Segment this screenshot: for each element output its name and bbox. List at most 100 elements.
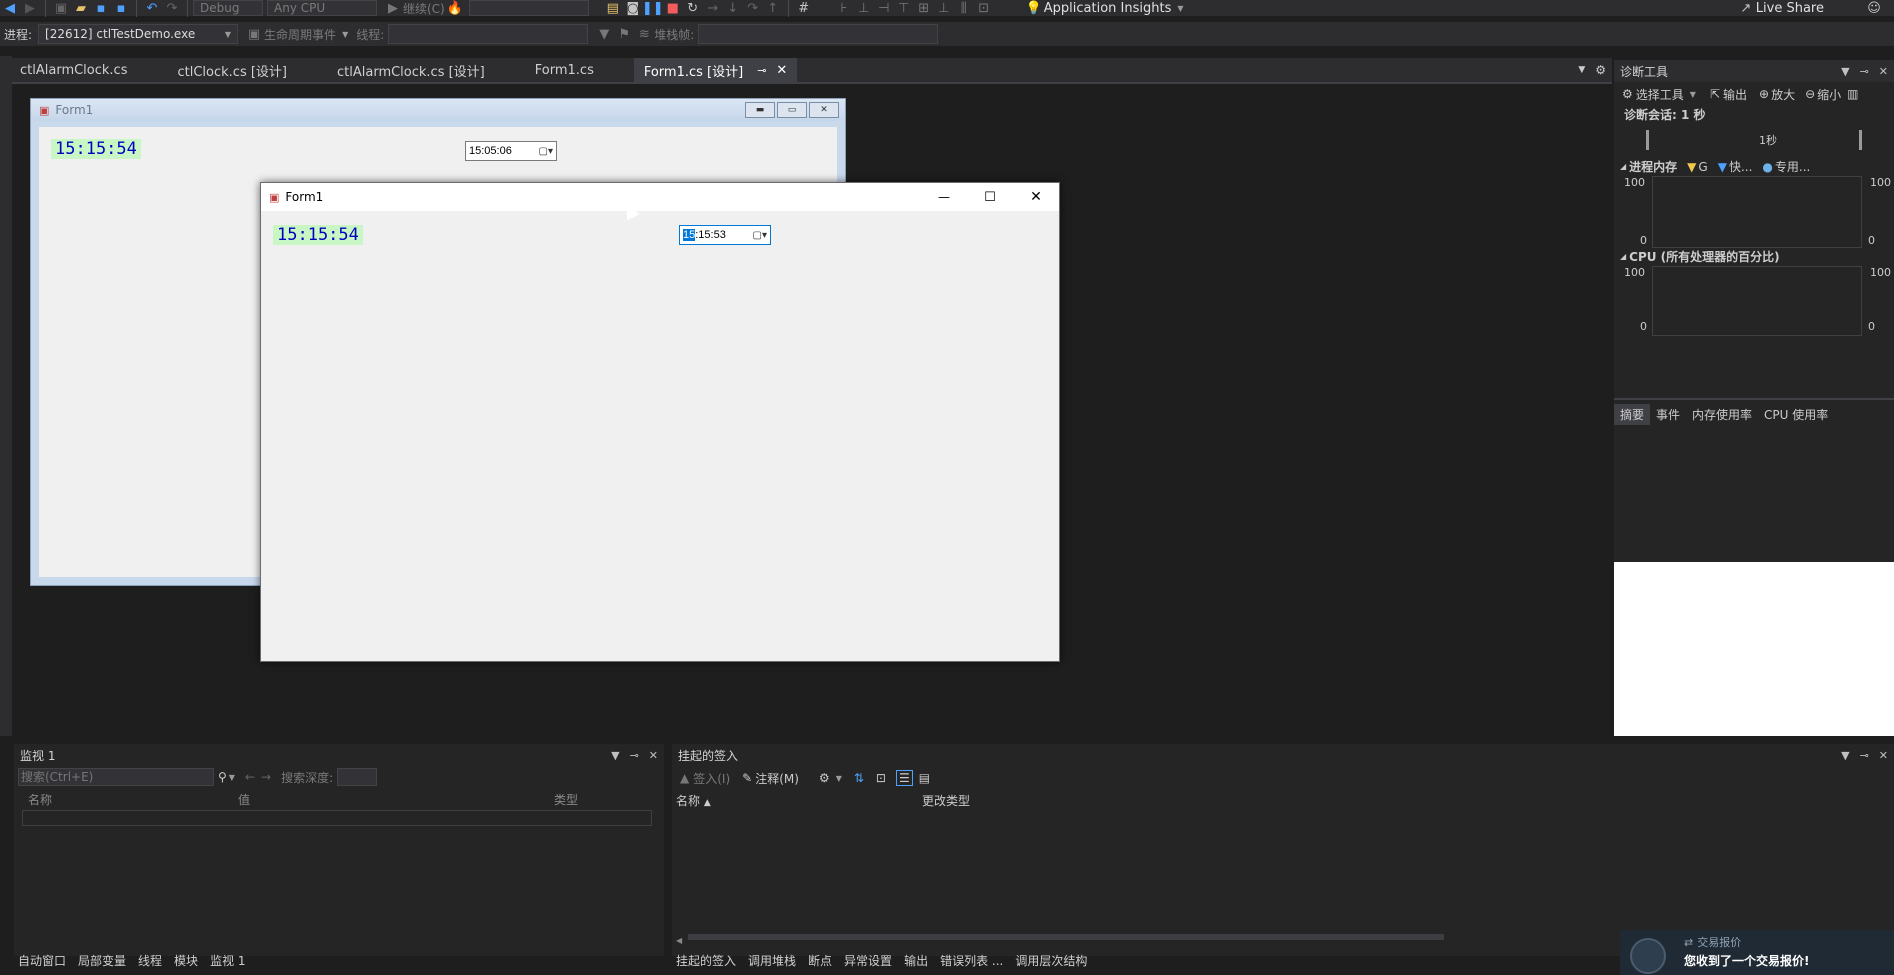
minimize-icon[interactable]: ▬ [745,102,775,118]
tab-call-hierarchy[interactable]: 调用层次结构 [1015,952,1087,969]
save-all-icon[interactable]: ▪ [111,0,131,18]
undo-icon[interactable]: ↶ [142,0,162,18]
maximize-icon[interactable]: ☐ [967,190,1013,205]
trade-offer-toast[interactable]: ⇄ 交易报价 您收到了一个交易报价! [1620,930,1894,975]
tab-ctlclock-design[interactable]: ctlClock.cs [设计] [137,58,297,82]
forward-icon[interactable]: ▶ [20,0,40,18]
collapse-icon[interactable]: ◢ [1620,252,1626,261]
redo-icon[interactable]: ↷ [162,0,182,18]
cpu-graph[interactable] [1652,266,1862,336]
back-arrow-icon[interactable]: ← [245,770,255,784]
step-out-icon[interactable]: ↑ [763,0,783,18]
zoom-in-button[interactable]: 放大 [1771,86,1795,103]
tab-threads[interactable]: 线程 [138,952,162,969]
close-icon[interactable]: ✕ [649,749,658,762]
runtime-form-window[interactable]: ▣ Form1 — ☐ ✕ 15:15:54 15 :15:53 ▢▾ [260,182,1060,662]
pin-icon[interactable]: ⊸ [630,749,639,762]
list-view-icon[interactable]: ▤ [919,771,930,785]
output-button[interactable]: 输出 [1723,86,1747,103]
open-folder-icon[interactable]: ▰ [71,0,91,18]
process-target-combo[interactable] [468,0,589,16]
chevron-down-icon[interactable]: ▼ [342,30,348,39]
dropdown-icon[interactable]: ▼ [1841,749,1849,762]
scroll-left-icon[interactable]: ◀ [676,936,682,945]
align-bottom-icon[interactable]: ⊥ [934,0,954,18]
chart-icon[interactable]: ▥ [1847,87,1858,101]
size-icon[interactable]: ⊡ [974,0,994,18]
gear-icon[interactable]: ⚙ [1595,63,1606,77]
chevron-down-icon[interactable]: ▼ [1177,4,1183,13]
watch-search-input[interactable] [18,768,214,786]
pin-icon[interactable]: ⊸ [1860,65,1869,78]
picker-hour-selected[interactable]: 15 [683,229,696,241]
dropdown-icon[interactable]: ▼ [1841,65,1849,78]
tab-watch1[interactable]: 监视 1 [210,952,245,969]
close-icon[interactable]: ✕ [776,63,787,78]
dropdown-icon[interactable]: ▼ [611,749,619,762]
continue-icon[interactable]: ▶ [383,0,403,18]
tab-call-stack[interactable]: 调用堆栈 [748,952,796,969]
tab-form1-cs[interactable]: Form1.cs [495,58,604,82]
close-icon[interactable]: ✕ [1013,189,1059,205]
filter-icon[interactable]: ▼ [594,24,614,44]
app-insights-button[interactable]: Application Insights [1044,1,1172,16]
tree-view-icon[interactable]: ☰ [895,770,913,786]
pause-icon[interactable]: ❚❚ [642,0,664,18]
tab-summary[interactable]: 摘要 [1614,403,1651,425]
config-combo[interactable]: Debug [193,0,263,16]
checkin-button[interactable]: 签入(I) [693,770,730,787]
step-icon[interactable]: → [703,0,723,18]
feedback-icon[interactable]: ☺ [1864,0,1884,18]
continue-label[interactable]: 继续(C) [403,0,445,17]
compare-icon[interactable]: ⊡ [876,771,886,785]
browse-icon[interactable]: ▤ [603,0,623,18]
tab-locals[interactable]: 局部变量 [78,952,126,969]
watch-empty-row[interactable] [22,810,652,826]
calendar-dropdown-icon[interactable]: ▢▾ [539,146,553,157]
align-top-icon[interactable]: ⊤ [894,0,914,18]
zoom-out-button[interactable]: 缩小 [1817,86,1841,103]
stack-frame-combo[interactable] [698,24,939,44]
tab-ctlalarmclock-design[interactable]: ctlAlarmClock.cs [设计] [297,58,495,82]
pending-scrollbar[interactable]: ◀ [676,932,1448,945]
step-into-icon[interactable]: ↓ [723,0,743,18]
col-name[interactable]: 名称 [14,791,230,808]
tab-ctlalarmclock-cs[interactable]: ctlAlarmClock.cs [0,58,137,82]
close-icon[interactable]: ✕ [809,102,839,118]
close-icon[interactable]: ✕ [1879,749,1888,762]
maximize-icon[interactable]: ▭ [777,102,807,118]
tab-form1-design[interactable]: Form1.cs [设计] ⊸ ✕ [633,58,798,82]
collapse-icon[interactable]: ◢ [1620,162,1626,171]
forward-arrow-icon[interactable]: → [261,770,271,784]
spacing-icon[interactable]: ⫼ [954,0,974,18]
tab-events[interactable]: 事件 [1650,404,1686,425]
diag-timeline[interactable]: 1秒 [1646,130,1862,150]
pin-icon[interactable]: ⊸ [757,64,766,77]
tab-breakpoints[interactable]: 断点 [808,952,832,969]
tab-output[interactable]: 输出 [904,952,928,969]
hot-reload-icon[interactable]: 🔥 [445,0,465,18]
platform-combo[interactable]: Any CPU [267,0,377,16]
gear-icon[interactable]: ⚙ [819,771,830,785]
lifecycle-button[interactable]: 生命周期事件 [264,26,336,43]
tab-pending-checkins[interactable]: 挂起的签入 [676,952,736,969]
stop-icon[interactable]: ■ [663,0,683,18]
col-type[interactable]: 类型 [546,791,578,808]
memory-graph[interactable] [1652,176,1862,248]
screenshot-icon[interactable]: ◙ [623,0,643,18]
pin-icon[interactable]: ⊸ [1860,749,1869,762]
filter-flag-icon[interactable]: ⚑ [614,24,634,44]
chevron-down-icon[interactable]: ▼ [229,773,235,782]
scroll-thumb[interactable] [688,934,1444,940]
step-over-icon[interactable]: ↷ [743,0,763,18]
tab-modules[interactable]: 模块 [174,952,198,969]
runtime-date-time-picker[interactable]: 15 :15:53 ▢▾ [679,225,771,245]
sort-icon[interactable]: ⇅ [854,771,864,785]
select-tools-button[interactable]: 选择工具 [1636,86,1684,103]
diag-splitter[interactable] [1614,398,1894,400]
left-side-strip[interactable] [0,56,12,736]
col-change-type[interactable]: 更改类型 [922,792,970,809]
minimize-icon[interactable]: — [921,190,967,204]
back-icon[interactable]: ◀ [0,0,20,18]
search-icon[interactable]: ⚲ [218,770,227,784]
